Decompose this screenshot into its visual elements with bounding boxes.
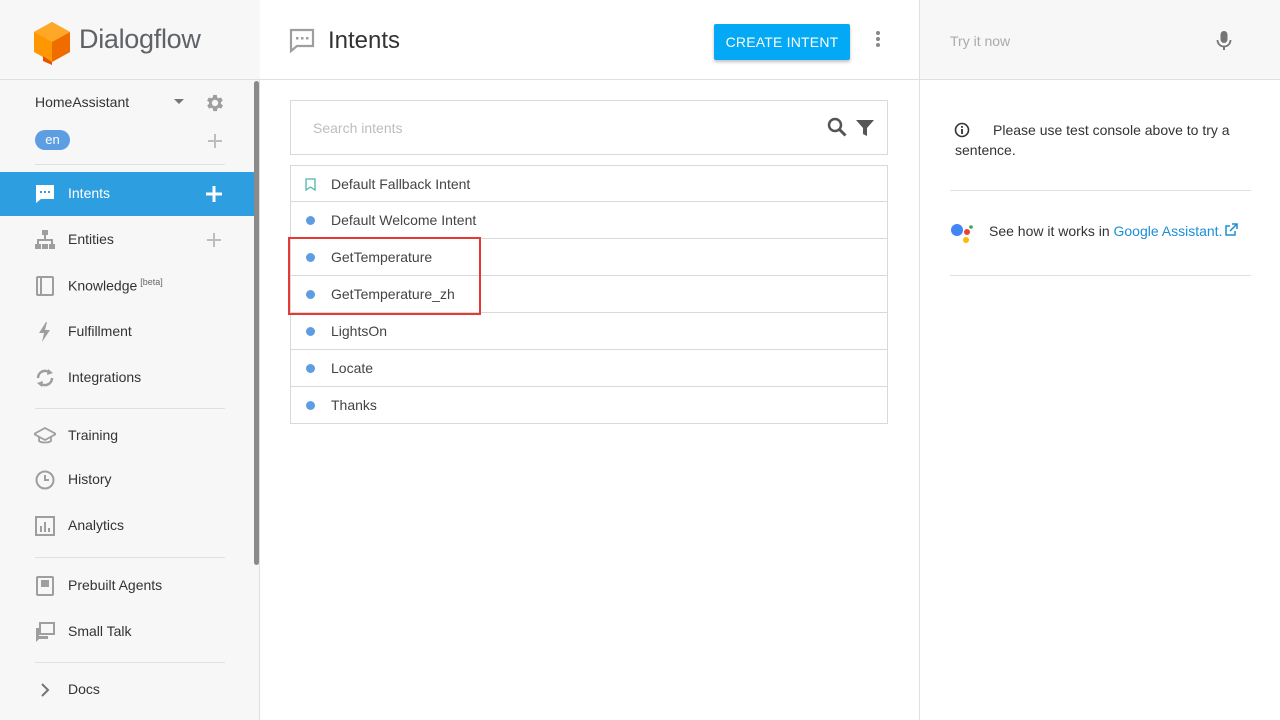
sidebar-item-docs[interactable]: Docs: [0, 668, 254, 712]
add-language-icon[interactable]: [206, 132, 224, 150]
sidebar-item-label: Entities: [68, 231, 114, 247]
google-assistant-prefix: See how it works in: [989, 223, 1110, 239]
bar-chart-icon: [35, 516, 55, 536]
sidebar-item-label: Intents: [68, 185, 111, 201]
sidebar-item-label: Fulfillment: [68, 323, 132, 339]
bookmark-icon: [305, 178, 316, 191]
intent-name: LightsOn: [331, 323, 388, 339]
add-intent-icon[interactable]: [206, 186, 222, 202]
microphone-icon[interactable]: [1216, 30, 1232, 52]
panel-divider: [950, 190, 1251, 191]
intent-name: Default Welcome Intent: [331, 212, 477, 228]
intent-name: Default Fallback Intent: [331, 176, 471, 192]
sidebar-item-entities[interactable]: Entities: [0, 218, 254, 262]
beta-badge: [beta]: [140, 277, 163, 287]
sidebar-item-label: Docs: [68, 681, 100, 697]
add-entity-icon[interactable]: [206, 232, 222, 248]
main-header: Intents CREATE INTENT: [260, 0, 919, 80]
more-options-icon[interactable]: [876, 31, 882, 49]
intent-row[interactable]: Default Fallback Intent: [290, 165, 888, 202]
sidebar-item-label: History: [68, 471, 112, 487]
intent-row[interactable]: Locate: [290, 350, 888, 387]
intent-row[interactable]: LightsOn: [290, 313, 888, 350]
sidebar-item-training[interactable]: Training: [0, 414, 254, 458]
search-input[interactable]: [313, 117, 803, 139]
intent-status-dot: [306, 401, 315, 410]
chat-icon: [36, 185, 54, 203]
sidebar-item-integrations[interactable]: Integrations: [0, 356, 254, 400]
sidebar-divider: [35, 164, 225, 165]
sidebar-item-label: Integrations: [68, 369, 142, 385]
sidebar-divider: [35, 408, 225, 409]
highlight-annotation: [288, 237, 481, 315]
chevron-right-icon: [41, 683, 50, 697]
sidebar-item-label: Knowledge: [68, 277, 138, 294]
chat-icon: [289, 28, 315, 54]
clock-icon: [35, 470, 55, 490]
sidebar: Dialogflow HomeAssistant en Intents Enti…: [0, 0, 260, 720]
sidebar-item-label: Analytics: [68, 517, 125, 533]
sidebar-item-small-talk[interactable]: Small Talk: [0, 610, 254, 654]
sidebar-scrollbar[interactable]: [254, 81, 259, 565]
intent-status-dot: [306, 327, 315, 336]
intent-status-dot: [306, 364, 315, 373]
external-link-icon[interactable]: [1224, 223, 1239, 237]
sync-icon: [36, 369, 54, 387]
agent-book-icon: [36, 576, 54, 596]
intent-status-dot: [306, 216, 315, 225]
search-icon[interactable]: [827, 117, 847, 137]
sidebar-item-history[interactable]: History: [0, 458, 254, 502]
create-intent-button[interactable]: CREATE INTENT: [714, 24, 850, 60]
chat-bubbles-icon: [36, 622, 55, 642]
logo-area: Dialogflow: [0, 0, 260, 80]
google-assistant-link[interactable]: Google Assistant.: [1114, 223, 1223, 239]
page-title: Intents: [328, 27, 401, 54]
sidebar-item-label: Training: [68, 427, 119, 443]
try-it-now-input[interactable]: [950, 31, 1200, 51]
sidebar-item-prebuilt-agents[interactable]: Prebuilt Agents: [0, 564, 254, 608]
intent-name: Locate: [331, 360, 374, 376]
sidebar-item-analytics[interactable]: Analytics: [0, 504, 254, 548]
filter-icon[interactable]: [855, 118, 875, 138]
console-info-text: Please use test console above to try a s…: [955, 122, 1230, 158]
intent-row[interactable]: Default Welcome Intent: [290, 202, 888, 239]
book-icon: [36, 276, 54, 296]
sidebar-item-fulfillment[interactable]: Fulfillment: [0, 310, 254, 354]
console-info: Please use test console above to try a s…: [950, 120, 1250, 160]
sidebar-item-intents[interactable]: Intents: [0, 172, 254, 216]
graduation-cap-icon: [34, 426, 56, 444]
dialogflow-logo-icon: [34, 22, 70, 65]
sidebar-item-label: Small Talk: [68, 623, 132, 639]
sidebar-divider: [35, 662, 225, 663]
lightning-icon: [39, 322, 50, 342]
hierarchy-icon: [35, 230, 55, 249]
info-icon: [954, 122, 970, 138]
gear-icon[interactable]: [204, 92, 226, 114]
sidebar-divider: [35, 557, 225, 558]
sidebar-item-knowledge[interactable]: Knowledge [beta]: [0, 264, 254, 308]
google-assistant-icon: [951, 224, 973, 243]
language-chip[interactable]: en: [35, 130, 70, 150]
agent-dropdown-icon[interactable]: [174, 99, 184, 104]
brand-name: Dialogflow: [79, 24, 201, 54]
try-it-now-bar: [920, 0, 1280, 80]
agent-name[interactable]: HomeAssistant: [35, 94, 129, 110]
intent-row[interactable]: Thanks: [290, 387, 888, 424]
sidebar-item-label: Prebuilt Agents: [68, 577, 163, 593]
panel-divider: [950, 275, 1251, 276]
test-console-panel: Please use test console above to try a s…: [919, 0, 1280, 720]
search-box: [290, 100, 888, 155]
intent-name: Thanks: [331, 397, 377, 413]
